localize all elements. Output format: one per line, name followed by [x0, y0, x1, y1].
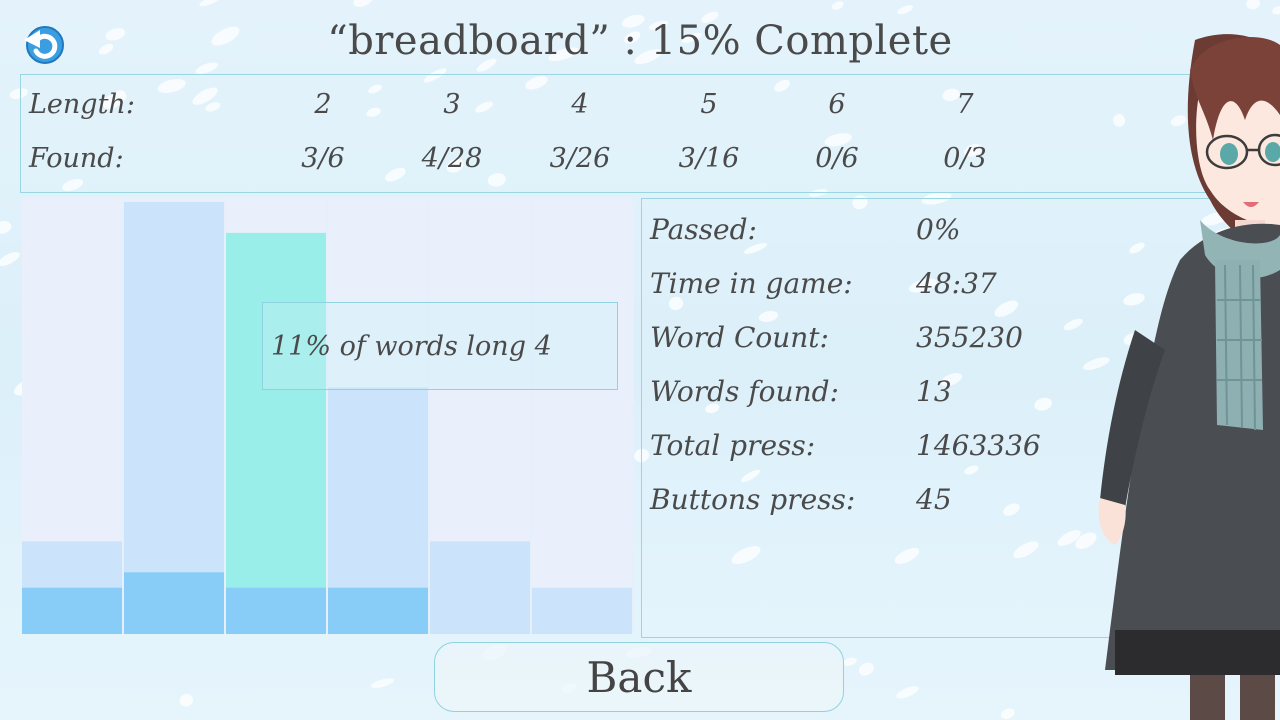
- found-cell: 3/16: [678, 143, 740, 174]
- snowflake: [896, 686, 919, 699]
- anime-girl-character: [1098, 34, 1280, 720]
- stat-value-passed: 0%: [916, 213, 961, 246]
- length-stats-panel: Length: Found: 2 3 4 5 6 7 3/6 4/28 3/26…: [20, 74, 1258, 193]
- length-cell: 7: [956, 89, 974, 120]
- snowflake: [1001, 708, 1015, 719]
- bar-total-length-7[interactable]: [532, 587, 632, 634]
- stat-value-total-press: 1463336: [916, 429, 1041, 462]
- stat-label-passed: Passed:: [650, 213, 757, 246]
- length-cell: 3: [443, 89, 461, 120]
- found-row-label: Found:: [29, 143, 124, 174]
- length-cell: 5: [700, 89, 718, 120]
- bar-found-length-4[interactable]: [226, 587, 326, 634]
- snowflake: [0, 251, 20, 267]
- snowflake: [0, 220, 12, 234]
- stat-label-words-found: Words found:: [650, 375, 839, 408]
- snowflake: [897, 5, 914, 15]
- bar-found-length-3[interactable]: [124, 572, 224, 634]
- length-cell: 4: [571, 89, 589, 120]
- back-button[interactable]: Back: [434, 642, 844, 712]
- chart-column-bg: [532, 198, 632, 634]
- bar-found-length-2[interactable]: [22, 587, 122, 634]
- found-cell: 3/26: [549, 143, 611, 174]
- page-title: “breadboard” : 15% Complete: [327, 18, 953, 64]
- stat-value-word-count: 355230: [916, 321, 1023, 354]
- undo-arrow-icon[interactable]: [18, 22, 68, 66]
- length-row-label: Length:: [29, 89, 135, 120]
- snowflake: [1246, 0, 1261, 10]
- snowflake: [98, 43, 114, 55]
- stat-value-time: 48:37: [916, 267, 997, 300]
- snowflake: [843, 657, 857, 666]
- stat-value-words-found: 13: [916, 375, 952, 408]
- bar-found-length-5[interactable]: [328, 587, 428, 634]
- snowflake: [859, 662, 874, 676]
- snowflake: [831, 1, 844, 10]
- snowflake: [1272, 5, 1280, 15]
- chart-tooltip: 11% of words long 4: [262, 302, 618, 390]
- found-cell: 0/6: [815, 143, 859, 174]
- length-cell: 6: [828, 89, 846, 120]
- stat-label-time: Time in game:: [650, 267, 853, 300]
- found-cell: 4/28: [421, 143, 483, 174]
- snowflake: [199, 0, 223, 7]
- found-cell: 3/6: [301, 143, 345, 174]
- bar-total-length-4[interactable]: [226, 232, 326, 634]
- bar-total-length-6[interactable]: [430, 541, 530, 634]
- found-cell: 0/3: [943, 143, 987, 174]
- length-cell: 2: [314, 89, 332, 120]
- snowflake: [353, 0, 374, 7]
- word-length-chart: [22, 198, 634, 634]
- snowflake: [105, 28, 126, 41]
- bar-total-length-3[interactable]: [124, 202, 224, 634]
- stat-label-word-count: Word Count:: [650, 321, 829, 354]
- stat-value-buttons-press: 45: [916, 483, 952, 516]
- stat-label-buttons-press: Buttons press:: [650, 483, 856, 516]
- chart-canvas: [22, 198, 634, 634]
- snowflake: [211, 26, 240, 46]
- stat-label-total-press: Total press:: [650, 429, 816, 462]
- snowflake: [179, 693, 194, 707]
- snowflake: [370, 678, 394, 688]
